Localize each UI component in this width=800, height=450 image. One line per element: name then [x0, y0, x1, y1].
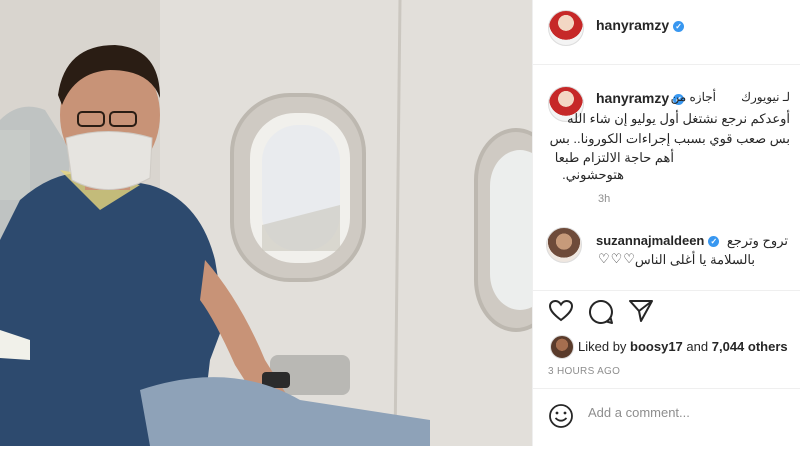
caption-line-4: بس صعب قوي بسبب إجراءات الكورونا.. بس	[549, 131, 790, 146]
verified-badge-icon: ✓	[673, 21, 685, 32]
liked-prefix: Liked by	[578, 339, 627, 354]
caption-username-text[interactable]: hanyramzy	[596, 90, 669, 106]
likes-summary[interactable]: Liked by boosy17 and 7,044 others	[578, 339, 788, 354]
paper-plane-icon[interactable]	[628, 299, 654, 323]
commenter-avatar[interactable]	[546, 227, 582, 263]
commenter-username[interactable]: suzannajmaldeen ✓	[596, 233, 720, 248]
caption-line-1: أجازه من	[670, 90, 716, 104]
author-username[interactable]: hanyramzy ✓	[596, 17, 685, 33]
comment-divider	[532, 388, 800, 389]
caption-line-3: أوعدكم نرجع نشتغل أول يوليو إن شاء الله	[567, 111, 790, 126]
author-avatar[interactable]	[548, 10, 584, 46]
comment-bubble-icon[interactable]	[588, 299, 614, 325]
liked-and: and	[686, 339, 709, 354]
bottom-strip	[0, 446, 800, 450]
airplane-cabin-photo	[0, 0, 532, 446]
comment-text-1: تروح وترجع	[726, 233, 788, 248]
commenter-username-text[interactable]: suzannajmaldeen	[596, 233, 704, 248]
liked-count[interactable]: 7,044 others	[712, 339, 788, 354]
caption-line-2: لـ نيويورك	[741, 90, 790, 104]
actions-divider	[532, 290, 800, 291]
verified-badge-icon: ✓	[708, 236, 720, 247]
comment-hearts: ♡♡♡	[598, 251, 636, 266]
post-photo[interactable]	[0, 0, 532, 446]
comment-text-2: بالسلامة يا أغلى الناس	[634, 252, 755, 267]
caption-line-6: هتوحشوني.	[562, 167, 624, 182]
comment-input[interactable]: Add a comment...	[588, 405, 690, 420]
caption-line-5: أهم حاجة الالتزام طبعا	[554, 150, 674, 165]
author-username-text[interactable]: hanyramzy	[596, 17, 669, 33]
post-detail-panel	[532, 0, 800, 446]
heart-icon[interactable]	[548, 299, 574, 323]
liked-user[interactable]: boosy17	[630, 339, 683, 354]
post-timestamp: 3 HOURS AGO	[548, 366, 621, 377]
header-divider	[532, 64, 800, 65]
liker-avatar[interactable]	[550, 335, 574, 359]
smiley-icon[interactable]	[548, 403, 574, 429]
caption-time: 3h	[598, 193, 611, 205]
